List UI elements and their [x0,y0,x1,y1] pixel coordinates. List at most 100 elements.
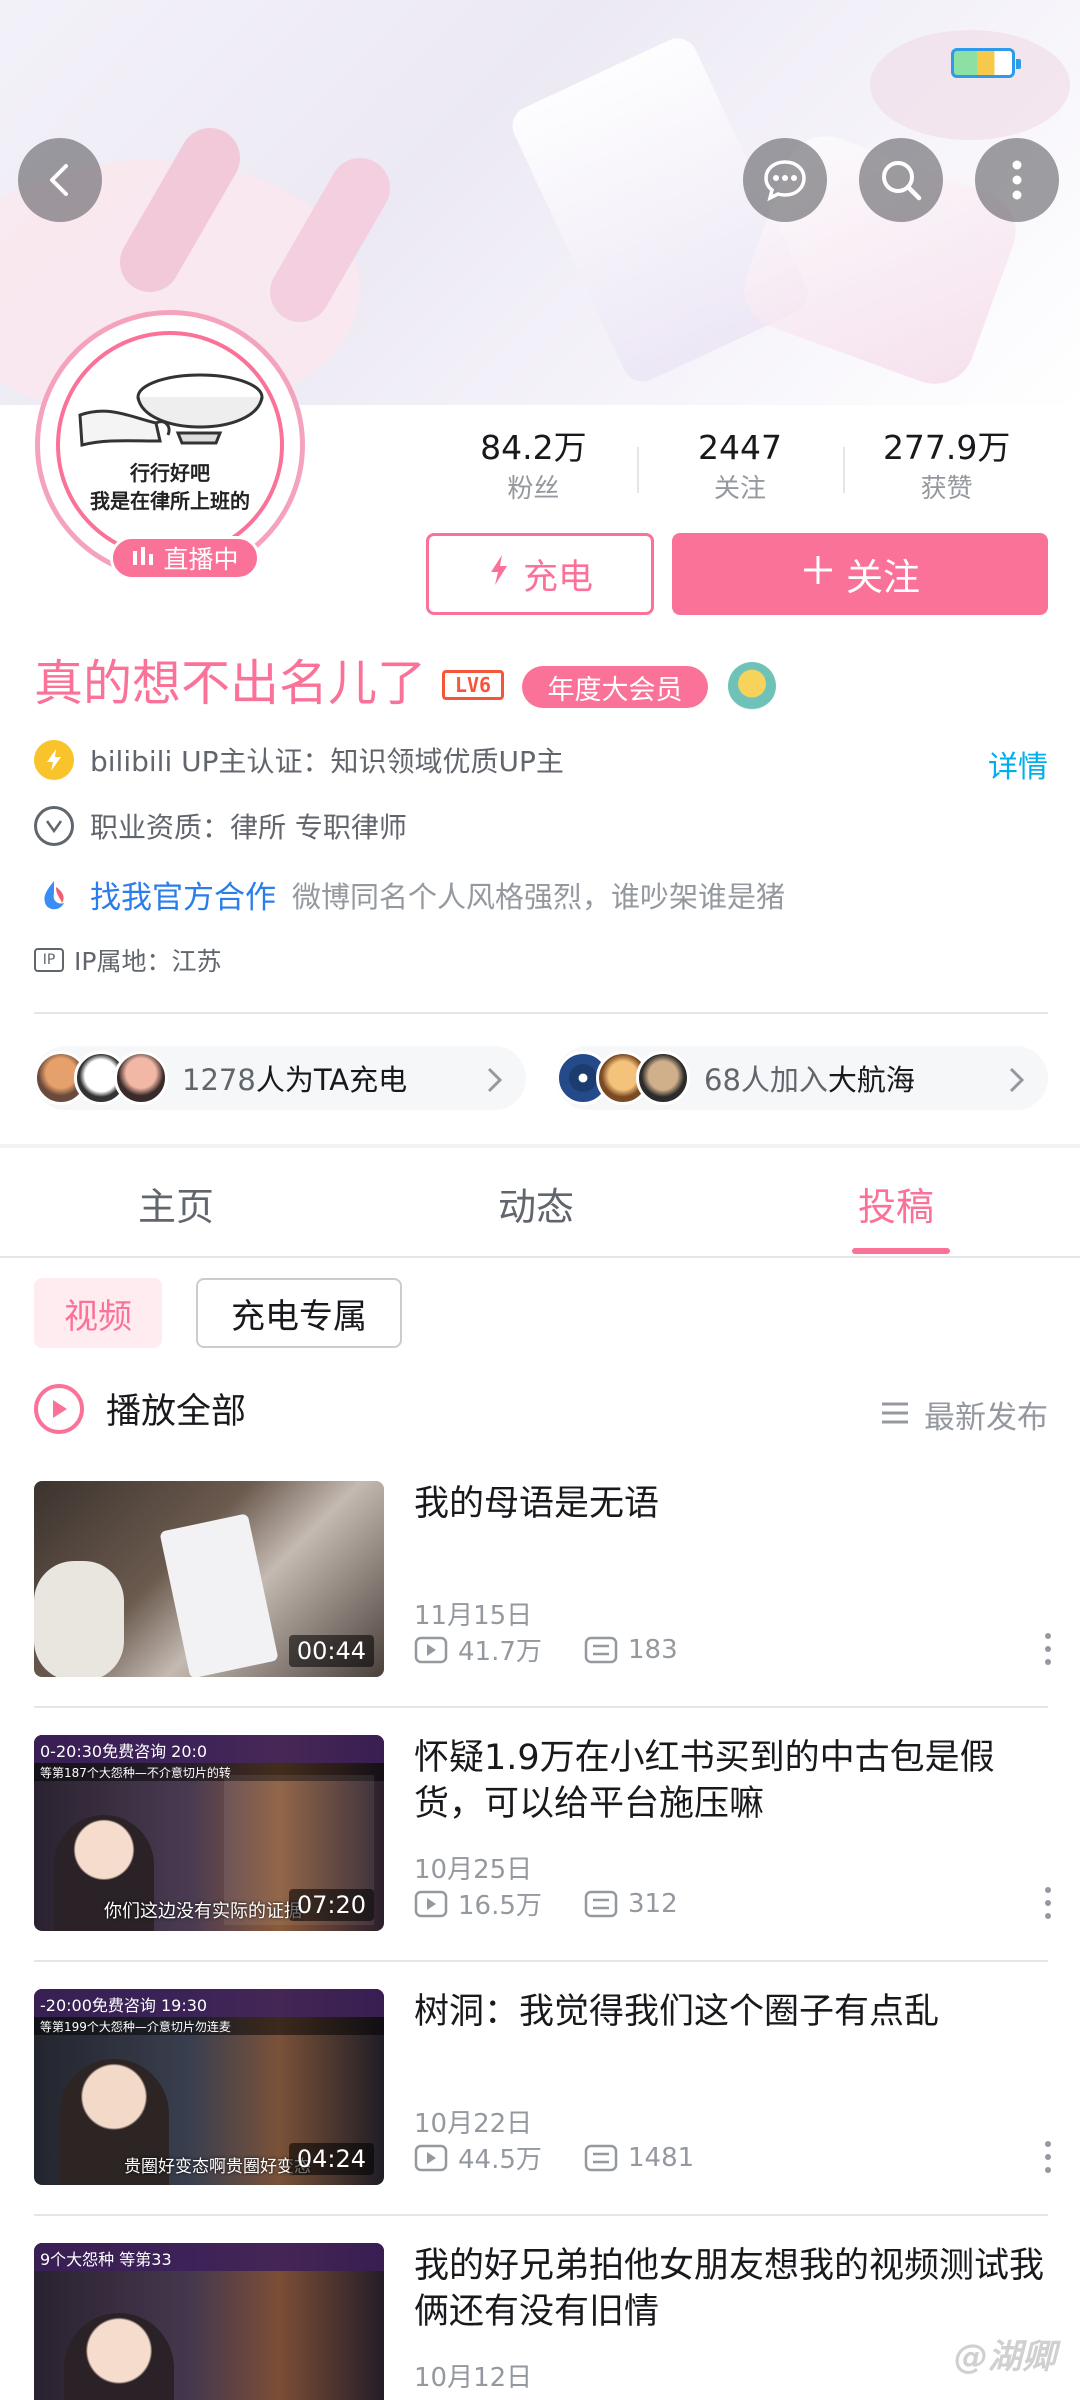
list-separator [34,2214,1048,2216]
message-button[interactable] [743,138,827,222]
bio-text: 微博同名个人风格强烈，谁吵架谁是猪 [292,879,786,914]
vip-badge[interactable]: 年度大会员 [522,666,708,708]
status-bar [0,0,1080,120]
comment-count: 1481 [628,2142,695,2173]
follow-label: 关注 [846,556,920,599]
view-count: 16.5万 [458,1891,542,1921]
live-bars-icon [131,544,155,573]
play-count-icon [414,1636,448,1664]
bio-row: 找我官方合作 微博同名个人风格强烈，谁吵架谁是猪 [34,872,785,917]
stat-label: 关注 [714,474,767,504]
video-title: 树洞：我觉得我们这个圈子有点乱 [414,1992,940,2032]
list-separator [34,1960,1048,1962]
play-all-button[interactable]: 播放全部 [34,1383,246,1434]
video-duration: 00:44 [288,1635,374,1667]
follow-button[interactable]: 关注 [672,533,1048,615]
stat-value: 277.9万 [882,428,1011,467]
tab-dynamics[interactable]: 动态 [498,1176,574,1231]
thumbnail-caption: 你们这边没有实际的证据 [104,1901,302,1922]
crew-avatar [636,1051,690,1105]
medal-icon[interactable] [728,662,776,710]
back-button[interactable] [18,138,102,222]
avatar-caption-1: 行行好吧 [130,461,210,485]
stat-fans[interactable]: 84.2万 粉丝 [430,425,637,515]
lightning-icon [487,553,511,596]
ip-text: IP属地：江苏 [74,947,222,976]
view-count: 41.7万 [458,1637,542,1667]
charge-label: 充电 [522,557,593,598]
video-date: 10月25日 [414,1855,533,1885]
video-thumbnail: -20:00免费咨询 19:30 等第199个大怨种—介意切片勿连麦 贵圈好变态… [34,1989,384,2185]
verified-v-icon [34,806,74,846]
level-badge: LV6 [442,670,504,700]
stats-row: 84.2万 粉丝 2447 关注 277.9万 获赞 [430,425,1050,515]
avatar-caption-2: 我是在律所上班的 [90,489,250,513]
video-item[interactable]: -20:00免费咨询 19:30 等第199个大怨种—介意切片勿连麦 贵圈好变态… [0,1989,1080,2243]
video-item[interactable]: 00:44 我的母语是无语 11月15日 41.7万 183 [0,1481,1080,1735]
stat-label: 获赞 [920,474,973,504]
chevron-right-icon [486,1066,504,1098]
video-meta: 44.5万 1481 [414,2139,694,2176]
video-title: 我的母语是无语 [414,1484,660,1524]
stat-following[interactable]: 2447 关注 [636,425,844,515]
play-all-label: 播放全部 [106,1392,247,1432]
video-date: 11月15日 [414,1601,533,1631]
avatar: 行行好吧 我是在律所上班的 [56,331,284,559]
job-row: 职业资质：律所 专职律师 [34,806,407,846]
chargers-pill[interactable]: 1278人为TA充电 [34,1046,526,1110]
live-badge[interactable]: 直播中 [110,536,260,580]
thumbnail-banner: -20:00免费咨询 19:30 [34,1989,384,2017]
more-vertical-icon [1009,158,1025,202]
more-vertical-icon[interactable] [1044,2141,1052,2177]
list-icon [880,1397,910,1433]
live-label: 直播中 [163,545,239,574]
more-vertical-icon[interactable] [1044,1887,1052,1923]
video-meta: 16.5万 312 [414,1885,678,1922]
thumbnail-banner: 9个大怨种 等第33 [34,2243,384,2271]
charge-button[interactable]: 充电 [426,533,654,615]
tab-uploads[interactable]: 投稿 [858,1176,934,1231]
crew-pill[interactable]: 68人加入大航海 [556,1046,1048,1110]
stat-likes[interactable]: 277.9万 获赞 [843,425,1050,515]
lightning-cert-icon [34,740,74,780]
video-item[interactable]: 0-20:30免费咨询 20:0 等第187个大怨种—不介意切片的转 你们这边没… [0,1735,1080,1989]
more-button[interactable] [975,138,1059,222]
battery-icon [951,48,1021,78]
more-vertical-icon[interactable] [1044,1633,1052,1669]
certification-row: bilibili UP主认证：知识领域优质UP主 [34,740,564,780]
video-thumbnail: 0-20:30免费咨询 20:0 等第187个大怨种—不介意切片的转 你们这边没… [34,1735,384,1931]
search-button[interactable] [859,138,943,222]
charger-avatar [114,1051,168,1105]
tab-indicator [852,1248,950,1254]
chargers-text: 1278人为TA充电 [182,1057,407,1099]
ip-row: IP IP属地：江苏 [34,942,221,978]
sort-button[interactable]: 最新发布 [880,1392,1048,1437]
filter-charge-exclusive[interactable]: 充电专属 [196,1278,402,1348]
profile-page: 行行好吧 我是在律所上班的 直播中 84.2万 粉丝 2447 关注 277.9… [0,0,1080,2400]
detail-link[interactable]: 详情 [988,742,1048,786]
sort-label: 最新发布 [924,1400,1048,1436]
tab-home[interactable]: 主页 [138,1176,214,1231]
comment-count-icon [584,1890,618,1918]
search-icon [878,157,924,203]
video-duration: 04:24 [288,2143,374,2175]
crew-text: 68人加入大航海 [704,1057,915,1099]
profile-tabs: 主页 动态 投稿 [0,1148,1080,1258]
bowl-drawing [78,373,264,447]
cooperation-icon [34,875,74,915]
cooperation-link[interactable]: 找我官方合作 [90,872,276,917]
play-count-icon [414,2144,448,2172]
video-duration: 07:20 [288,1889,374,1921]
chevron-right-icon [1008,1066,1026,1098]
video-item[interactable]: 9个大怨种 等第33 我的好兄弟拍他女朋友想我的视频测试我俩还有没有旧情 10月… [0,2243,1080,2400]
comment-count: 183 [628,1634,678,1665]
divider [34,1012,1048,1014]
user-name: 真的想不出名儿了 [34,655,427,712]
play-count-icon [414,1890,448,1918]
filter-video[interactable]: 视频 [34,1278,162,1348]
comment-count-icon [584,1636,618,1664]
ip-icon: IP [34,948,64,972]
crew-count: 68人加入 [704,1063,828,1097]
chat-bubble-icon [762,157,808,203]
job-text: 职业资质：律所 专职律师 [90,811,407,844]
